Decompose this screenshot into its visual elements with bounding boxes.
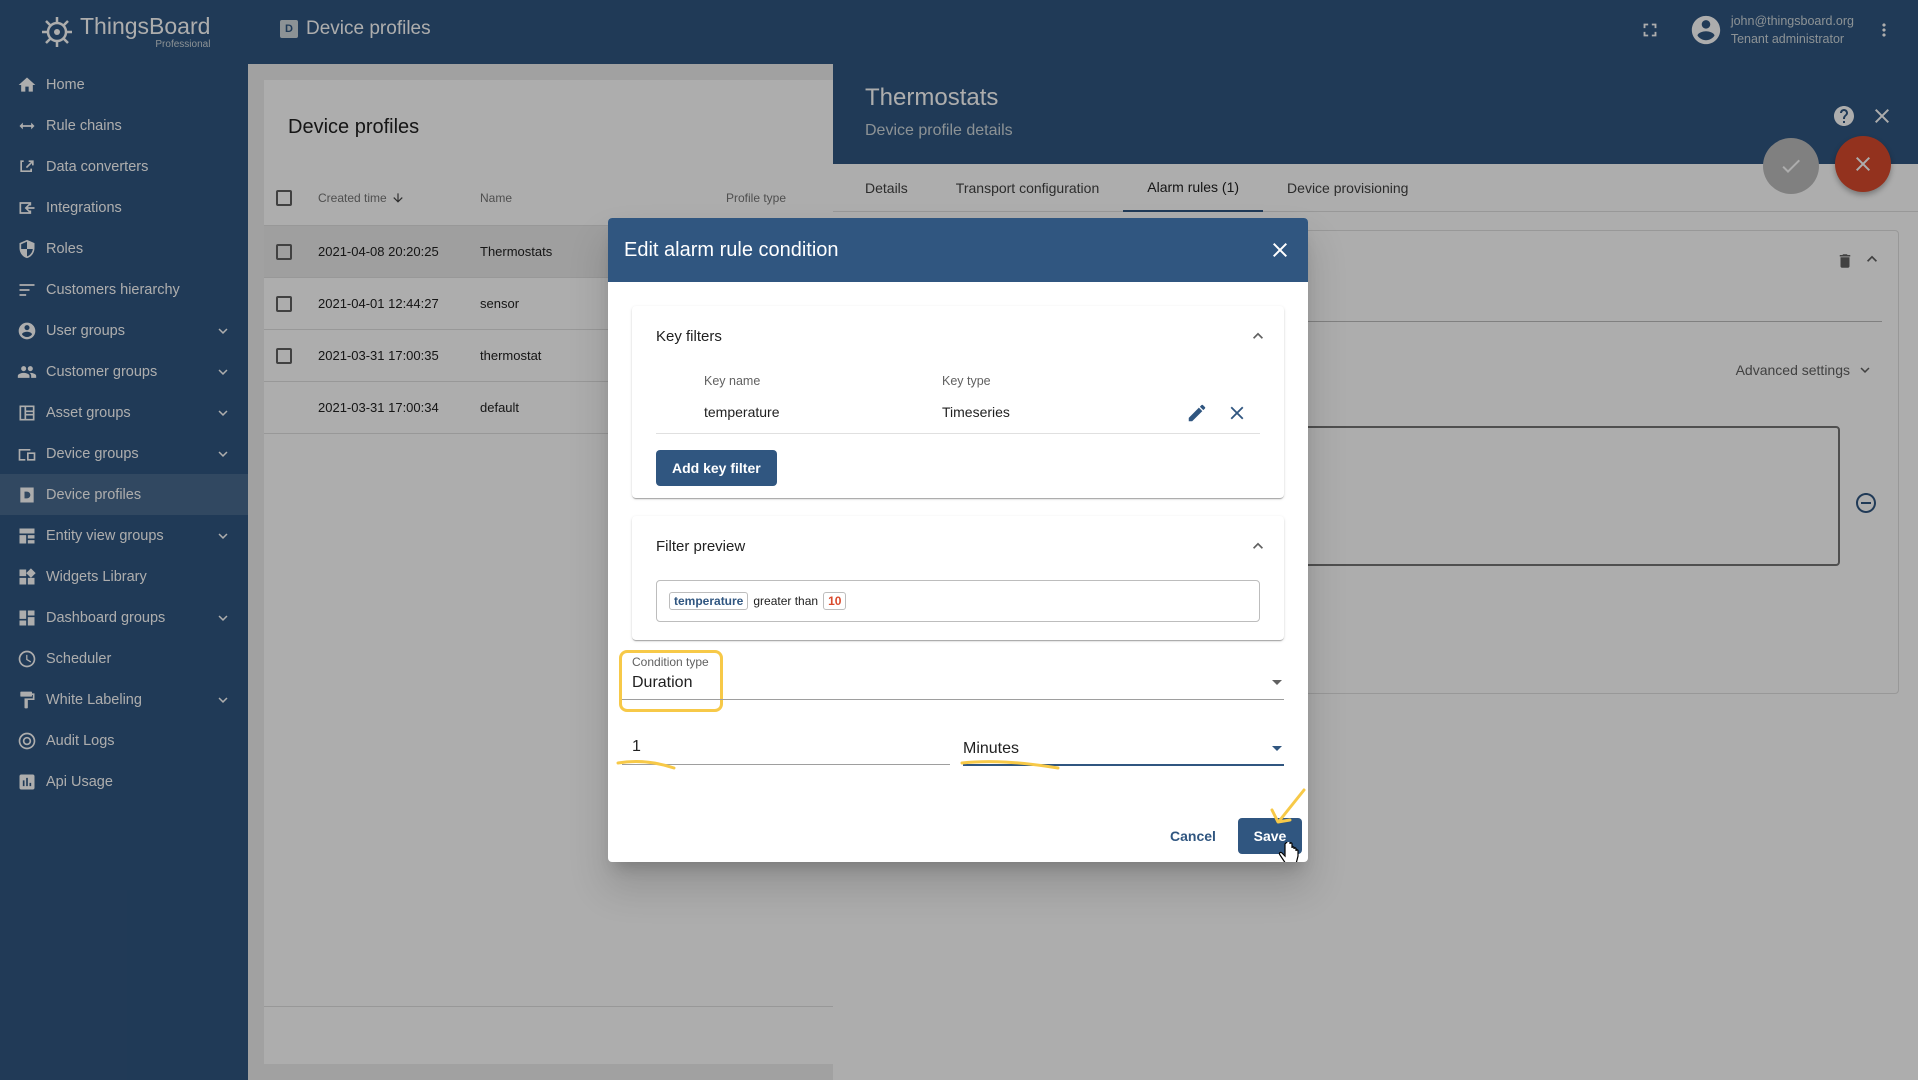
chevron-up-icon[interactable]: [1248, 326, 1268, 346]
column-header-key-name: Key name: [704, 374, 761, 388]
edit-icon[interactable]: [1186, 402, 1208, 424]
cancel-button[interactable]: Cancel: [1158, 818, 1228, 854]
dialog-title: Edit alarm rule condition: [624, 238, 839, 261]
add-key-filter-button[interactable]: Add key filter: [656, 450, 777, 486]
condition-type-underline: [622, 699, 1284, 700]
duration-value-input[interactable]: 1: [632, 738, 641, 756]
dropdown-arrow-icon[interactable]: [1272, 746, 1282, 751]
preview-operation: greater than: [753, 594, 819, 608]
column-header-key-type: Key type: [942, 374, 991, 388]
highlight-underline-mark: [960, 760, 1060, 770]
condition-type-select[interactable]: Duration: [632, 674, 692, 692]
preview-key-chip: temperature: [669, 592, 749, 610]
filter-preview-title: Filter preview: [656, 538, 746, 555]
annotation-arrow-icon: [1270, 788, 1306, 824]
duration-unit-select[interactable]: Minutes: [963, 740, 1019, 758]
key-filters-title: Key filters: [656, 328, 722, 345]
preview-value-chip: 10: [823, 592, 847, 610]
key-filters-panel: Key filters Key name Key type temperatur…: [632, 306, 1284, 498]
key-name-cell: temperature: [704, 404, 780, 420]
highlight-underline-mark: [616, 760, 676, 770]
dialog-close-icon[interactable]: [1268, 238, 1292, 262]
dropdown-arrow-icon[interactable]: [1272, 680, 1282, 685]
key-filters-header: Key name Key type: [656, 370, 1260, 394]
chevron-up-icon[interactable]: [1248, 536, 1268, 556]
condition-type-label: Condition type: [632, 655, 709, 669]
filter-preview-box: temperature greater than 10: [656, 580, 1260, 622]
pointer-cursor-icon: [1278, 842, 1299, 862]
filter-preview-panel: Filter preview temperature greater than …: [632, 516, 1284, 640]
edit-alarm-rule-condition-dialog: Edit alarm rule condition Key filters Ke…: [608, 218, 1308, 862]
key-type-cell: Timeseries: [942, 404, 1010, 420]
dialog-header: Edit alarm rule condition: [608, 218, 1308, 282]
key-filter-row: temperature Timeseries: [656, 394, 1260, 434]
delete-filter-icon[interactable]: [1226, 402, 1248, 424]
